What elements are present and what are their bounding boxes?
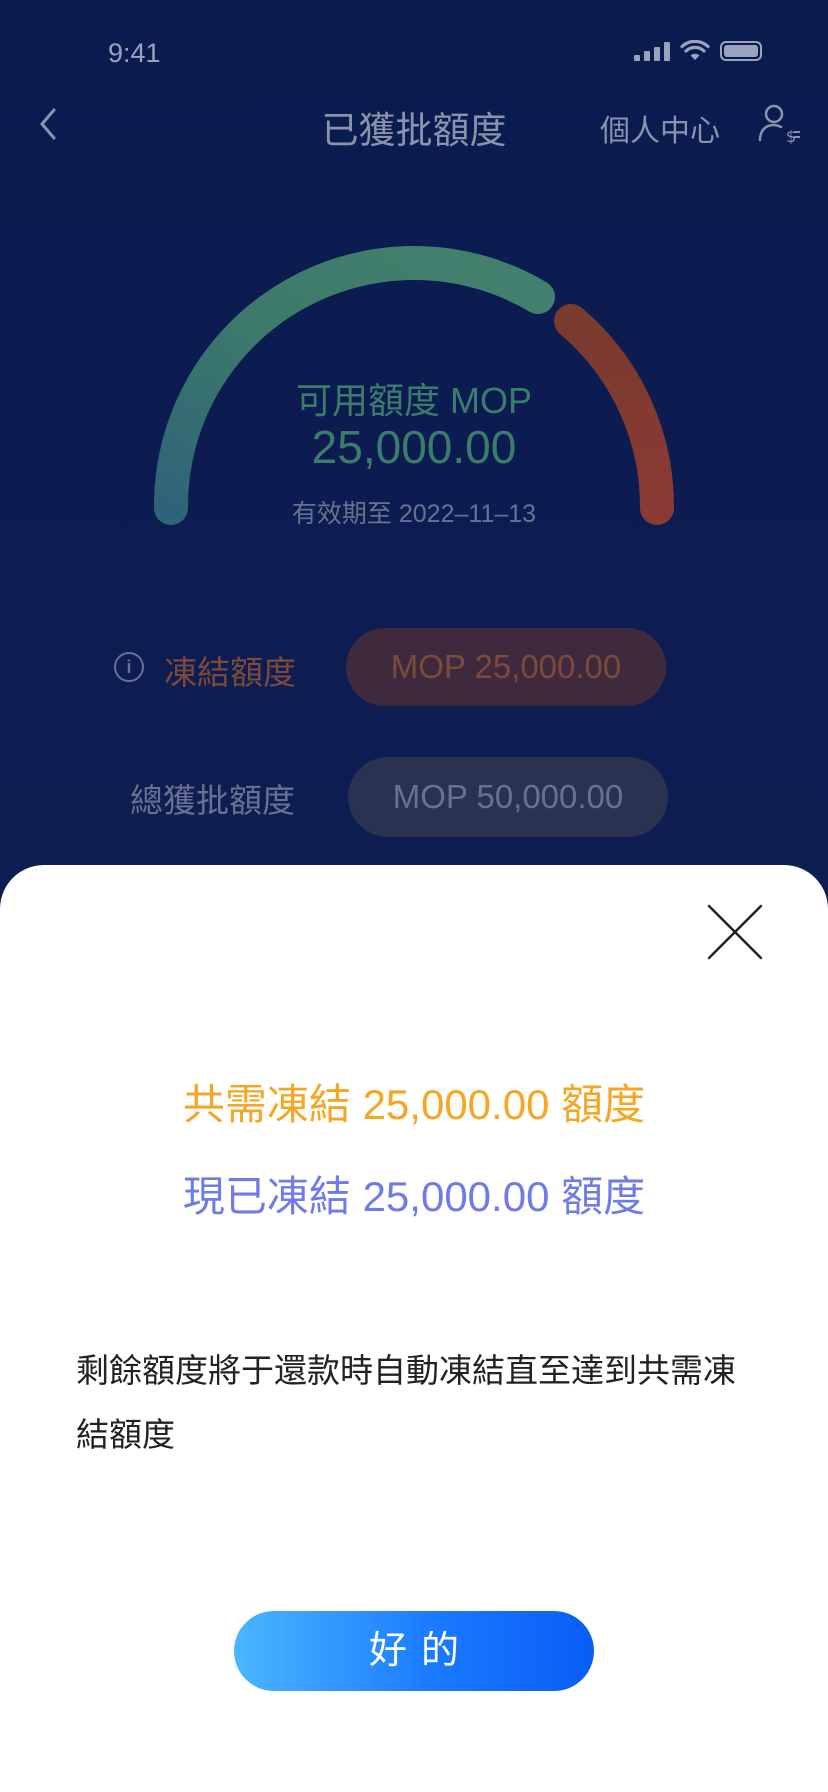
expiry-date: 有效期至 2022–11–13 (291, 500, 537, 528)
available-limit-amount: 25,000.00 (311, 421, 517, 473)
total-limit-label: 總獲批額度 (130, 782, 295, 819)
close-icon[interactable] (706, 903, 764, 961)
frozen-limit-value: MOP 25,000.00 (346, 628, 666, 706)
sheet-description: 剩餘額度將于還款時自動凍結直至達到共需凍結額度 (76, 1352, 736, 1453)
current-frozen-text: 現已凍結 25,000.00 額度 (182, 1173, 646, 1220)
credit-gauge (153, 245, 675, 525)
total-limit-value: MOP 50,000.00 (348, 757, 668, 837)
credit-limit-screen: 9:41 已獲批額度 個人中心 $ 可用額度 MOP 25,000.00 有效期… (0, 0, 828, 1792)
frozen-limit-sheet: 共需凍結 25,000.00 額度 現已凍結 25,000.00 額度 剩餘額度… (0, 865, 828, 1792)
ok-button[interactable]: 好的 (234, 1611, 594, 1691)
info-icon[interactable]: i (114, 652, 144, 682)
available-limit-label: 可用額度 MOP (295, 380, 532, 421)
required-frozen-text: 共需凍結 25,000.00 額度 (182, 1081, 646, 1128)
frozen-limit-label[interactable]: 凍結額度 (164, 646, 296, 694)
